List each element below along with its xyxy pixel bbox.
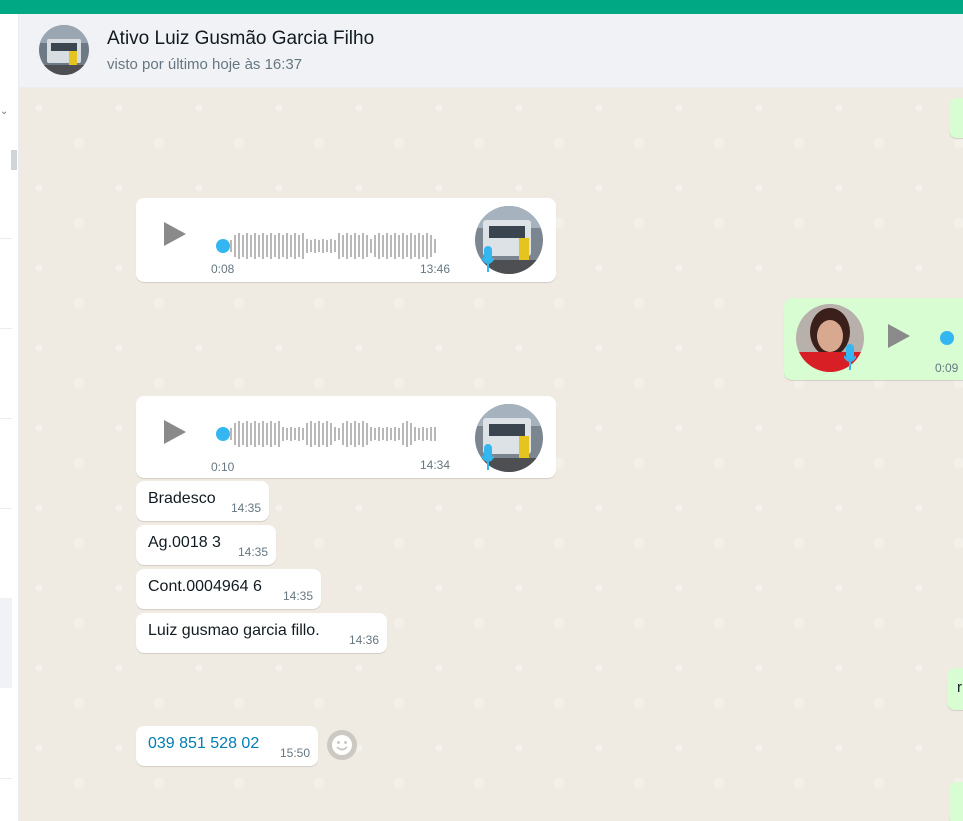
voice-message: 0:10 14:34 — [136, 396, 556, 478]
message-text: Bradesco — [148, 490, 216, 507]
message-text: Cont.0004964 6 — [148, 578, 262, 595]
sidebar-divider — [0, 238, 12, 239]
last-seen-status: visto por último hoje às 16:37 — [107, 56, 303, 73]
audio-waveform[interactable] — [216, 231, 438, 261]
outgoing-message-partial[interactable]: r — [947, 668, 963, 710]
sidebar-divider — [0, 778, 12, 779]
voice-duration: 0:08 — [211, 262, 235, 276]
message-text: r — [957, 679, 962, 696]
contact-avatar[interactable] — [39, 25, 89, 75]
play-icon[interactable] — [164, 222, 186, 246]
play-icon[interactable] — [164, 420, 186, 444]
message-text: Luiz gusmao garcia fillo. — [148, 622, 320, 639]
voice-message: 0:08 13:46 — [136, 198, 556, 282]
text-message[interactable]: Bradesco 14:35 — [136, 481, 269, 521]
sidebar-divider — [0, 418, 12, 419]
audio-waveform[interactable] — [216, 419, 438, 449]
phone-number-link[interactable]: 039 851 528 02 — [148, 735, 259, 753]
emoji-reaction-icon[interactable] — [327, 730, 357, 760]
message-text: Ag.0018 3 — [148, 534, 221, 551]
mic-icon — [481, 246, 495, 274]
message-time: 14:36 — [348, 633, 379, 647]
sidebar-selected-chat[interactable] — [0, 598, 12, 688]
mic-icon — [481, 444, 495, 472]
outgoing-message-partial[interactable] — [949, 98, 963, 138]
sidebar-scrollbar[interactable] — [11, 150, 17, 170]
audio-progress-handle[interactable] — [940, 331, 954, 345]
text-message[interactable]: Cont.0004964 6 14:35 — [136, 569, 321, 609]
chat-header[interactable]: Ativo Luiz Gusmão Garcia Filho visto por… — [19, 14, 963, 88]
conversation-panel[interactable]: 0:08 13:46 0:09 0:10 14:34 Bradesco 14:3… — [19, 88, 963, 821]
message-time: 13:46 — [419, 262, 450, 276]
outgoing-message-partial[interactable] — [949, 782, 963, 821]
contact-name[interactable]: Ativo Luiz Gusmão Garcia Filho — [107, 28, 374, 50]
sidebar-divider — [0, 508, 12, 509]
chat-list-sidebar[interactable]: ⌄ — [0, 14, 19, 821]
app-top-bar — [0, 0, 963, 14]
chevron-down-icon[interactable]: ⌄ — [0, 106, 8, 117]
play-icon[interactable] — [888, 324, 910, 348]
text-message[interactable]: Ag.0018 3 14:35 — [136, 525, 276, 565]
message-time: 14:35 — [237, 545, 268, 559]
message-time: 14:35 — [230, 501, 261, 515]
text-message[interactable]: Luiz gusmao garcia fillo. 14:36 — [136, 613, 387, 653]
message-time: 15:50 — [279, 746, 310, 760]
text-message-phone[interactable]: 039 851 528 02 15:50 — [136, 726, 318, 766]
mic-icon — [843, 344, 857, 372]
voice-message-outgoing: 0:09 — [784, 298, 963, 380]
voice-duration: 0:09 — [935, 361, 959, 375]
message-time: 14:35 — [282, 589, 313, 603]
sidebar-divider — [0, 328, 12, 329]
voice-duration: 0:10 — [211, 460, 235, 474]
message-time: 14:34 — [419, 458, 450, 472]
